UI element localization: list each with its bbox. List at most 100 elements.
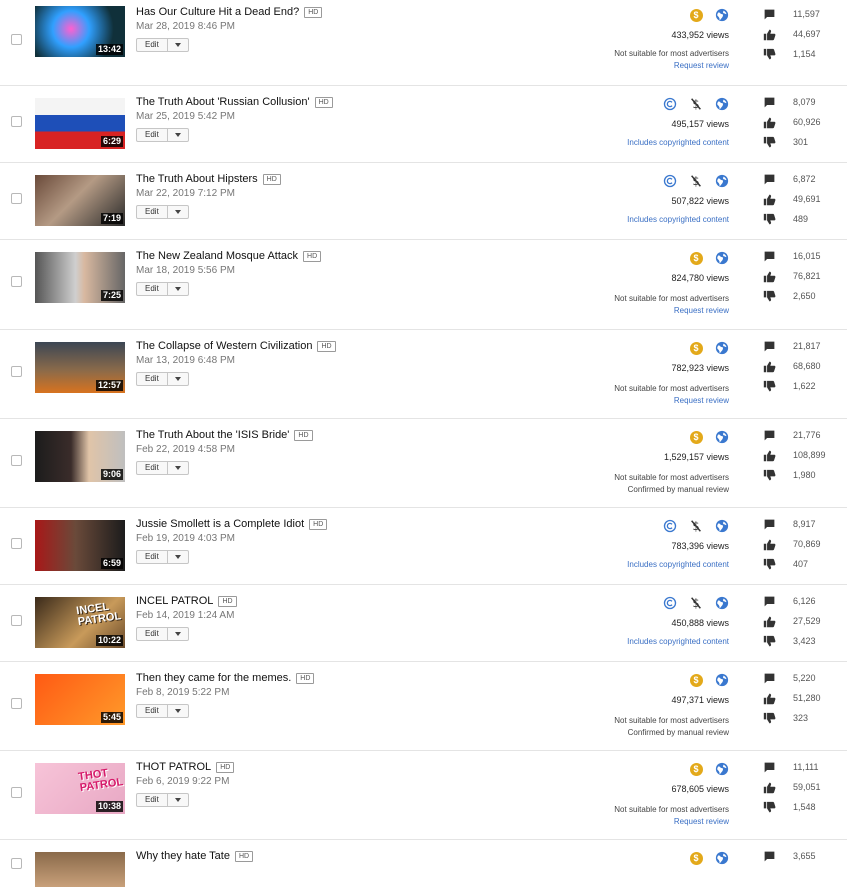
visibility-public-icon[interactable] xyxy=(715,97,729,111)
request-review-link[interactable]: Request review xyxy=(614,395,729,407)
edit-label[interactable]: Edit xyxy=(137,462,167,474)
edit-button[interactable]: Edit xyxy=(136,704,189,718)
video-title[interactable]: The Truth About the 'ISIS Bride' HD xyxy=(136,429,313,442)
select-checkbox[interactable] xyxy=(11,276,22,287)
video-thumbnail[interactable]: INCEL PATROL 10:22 xyxy=(35,597,125,648)
dollar-icon[interactable]: $ xyxy=(689,341,703,355)
select-checkbox[interactable] xyxy=(11,115,22,127)
video-title[interactable]: Has Our Culture Hit a Dead End? HD xyxy=(136,6,323,19)
video-title[interactable]: The Truth About 'Russian Collusion' HD xyxy=(136,96,333,109)
video-title[interactable]: The Collapse of Western Civilization HD xyxy=(136,340,336,353)
edit-dropdown-button[interactable] xyxy=(166,206,188,218)
video-thumbnail[interactable] xyxy=(35,852,125,887)
video-title[interactable]: The Truth About Hipsters HD xyxy=(136,173,281,186)
select-checkbox[interactable] xyxy=(11,454,22,466)
video-title-text[interactable]: INCEL PATROL xyxy=(136,595,213,607)
visibility-public-icon[interactable] xyxy=(715,251,729,265)
video-title-text[interactable]: The Truth About 'Russian Collusion' xyxy=(136,96,310,108)
video-title-text[interactable]: Why they hate Tate xyxy=(136,850,230,862)
dollar-icon[interactable]: $ xyxy=(689,673,703,687)
monetization-off-icon[interactable]: $ xyxy=(689,596,703,610)
video-title[interactable]: Why they hate Tate HD xyxy=(136,850,254,863)
video-title-text[interactable]: THOT PATROL xyxy=(136,761,211,773)
select-checkbox[interactable] xyxy=(11,365,22,377)
copyright-icon[interactable] xyxy=(663,519,677,533)
copyright-status-link[interactable]: Includes copyrighted content xyxy=(627,637,729,646)
monetization-off-icon[interactable]: $ xyxy=(689,174,703,188)
select-checkbox[interactable] xyxy=(11,786,22,798)
monetization-off-icon[interactable]: $ xyxy=(689,97,703,111)
copyright-icon[interactable] xyxy=(663,596,677,610)
edit-label[interactable]: Edit xyxy=(137,794,167,806)
copyright-icon[interactable] xyxy=(663,97,677,111)
video-title-text[interactable]: The Truth About the 'ISIS Bride' xyxy=(136,429,289,441)
edit-button[interactable]: Edit xyxy=(136,282,189,296)
video-title[interactable]: INCEL PATROL HD xyxy=(136,595,237,608)
video-thumbnail[interactable]: 12:57 xyxy=(35,342,125,393)
monetization-off-icon[interactable]: $ xyxy=(689,519,703,533)
edit-dropdown-button[interactable] xyxy=(166,462,188,474)
video-title-text[interactable]: The New Zealand Mosque Attack xyxy=(136,250,298,262)
visibility-public-icon[interactable] xyxy=(715,673,729,687)
dollar-icon[interactable]: $ xyxy=(689,762,703,776)
select-checkbox[interactable] xyxy=(11,858,22,869)
edit-label[interactable]: Edit xyxy=(137,283,167,295)
video-title-text[interactable]: Jussie Smollett is a Complete Idiot xyxy=(136,518,304,530)
edit-dropdown-button[interactable] xyxy=(166,373,188,385)
copyright-icon[interactable] xyxy=(663,174,677,188)
dollar-icon[interactable]: $ xyxy=(689,851,703,865)
dollar-icon[interactable]: $ xyxy=(689,8,703,22)
edit-button[interactable]: Edit xyxy=(136,38,189,52)
video-thumbnail[interactable]: 6:59 xyxy=(35,520,125,571)
edit-button[interactable]: Edit xyxy=(136,205,189,219)
edit-label[interactable]: Edit xyxy=(137,39,167,51)
video-title[interactable]: Jussie Smollett is a Complete Idiot HD xyxy=(136,518,328,531)
edit-dropdown-button[interactable] xyxy=(166,794,188,806)
visibility-public-icon[interactable] xyxy=(715,430,729,444)
edit-label[interactable]: Edit xyxy=(137,206,167,218)
video-thumbnail[interactable]: 6:29 xyxy=(35,98,125,149)
edit-button[interactable]: Edit xyxy=(136,550,189,564)
visibility-public-icon[interactable] xyxy=(715,851,729,865)
edit-dropdown-button[interactable] xyxy=(166,283,188,295)
select-checkbox[interactable] xyxy=(11,192,22,204)
edit-button[interactable]: Edit xyxy=(136,461,189,475)
visibility-public-icon[interactable] xyxy=(715,341,729,355)
video-thumbnail[interactable]: 13:42 xyxy=(35,6,125,57)
video-title-text[interactable]: Has Our Culture Hit a Dead End? xyxy=(136,6,299,18)
select-checkbox[interactable] xyxy=(11,34,22,45)
copyright-status-link[interactable]: Includes copyrighted content xyxy=(627,138,729,147)
select-checkbox[interactable] xyxy=(11,614,22,626)
edit-button[interactable]: Edit xyxy=(136,128,189,142)
visibility-public-icon[interactable] xyxy=(715,8,729,22)
video-thumbnail[interactable]: 7:25 xyxy=(35,252,125,303)
edit-dropdown-button[interactable] xyxy=(166,39,188,51)
video-title[interactable]: Then they came for the memes. HD xyxy=(136,672,315,685)
edit-dropdown-button[interactable] xyxy=(166,628,188,640)
video-title[interactable]: THOT PATROL HD xyxy=(136,761,235,774)
video-thumbnail[interactable]: 7:19 xyxy=(35,175,125,226)
copyright-status-link[interactable]: Includes copyrighted content xyxy=(627,215,729,224)
video-thumbnail[interactable]: 5:45 xyxy=(35,674,125,725)
visibility-public-icon[interactable] xyxy=(715,762,729,776)
edit-dropdown-button[interactable] xyxy=(166,129,188,141)
visibility-public-icon[interactable] xyxy=(715,174,729,188)
edit-button[interactable]: Edit xyxy=(136,372,189,386)
edit-label[interactable]: Edit xyxy=(137,129,167,141)
edit-label[interactable]: Edit xyxy=(137,705,167,717)
video-thumbnail[interactable]: THOT PATROL 10:38 xyxy=(35,763,125,814)
dollar-icon[interactable]: $ xyxy=(689,430,703,444)
video-title[interactable]: The New Zealand Mosque Attack HD xyxy=(136,250,322,263)
edit-button[interactable]: Edit xyxy=(136,793,189,807)
edit-label[interactable]: Edit xyxy=(137,373,167,385)
edit-label[interactable]: Edit xyxy=(137,628,167,640)
edit-button[interactable]: Edit xyxy=(136,627,189,641)
visibility-public-icon[interactable] xyxy=(715,596,729,610)
request-review-link[interactable]: Request review xyxy=(614,816,729,828)
select-checkbox[interactable] xyxy=(11,537,22,549)
edit-label[interactable]: Edit xyxy=(137,551,167,563)
video-thumbnail[interactable]: 9:06 xyxy=(35,431,125,482)
video-title-text[interactable]: The Truth About Hipsters xyxy=(136,173,258,185)
video-title-text[interactable]: The Collapse of Western Civilization xyxy=(136,340,312,352)
video-title-text[interactable]: Then they came for the memes. xyxy=(136,672,291,684)
